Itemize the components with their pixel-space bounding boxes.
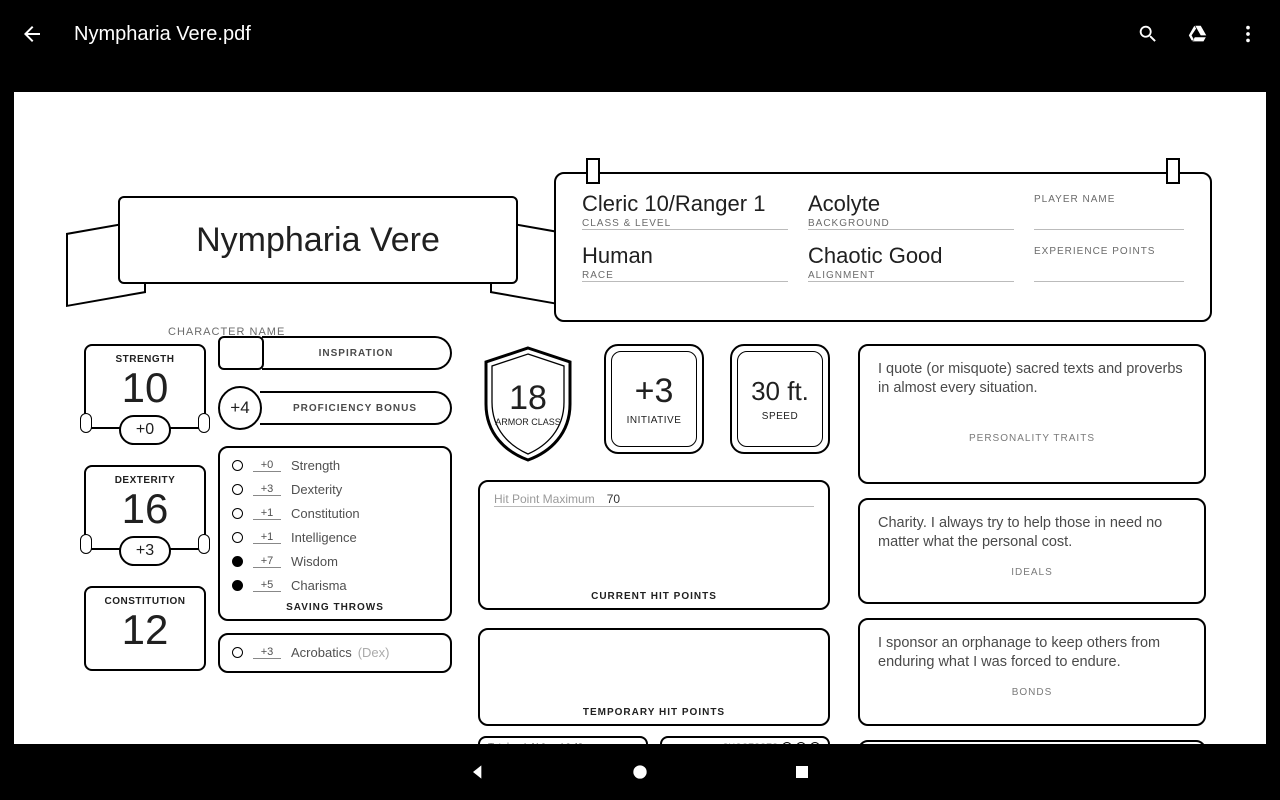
android-nav-bar [0, 744, 1280, 800]
current-hp-box: Hit Point Maximum70 CURRENT HIT POINTS [478, 480, 830, 610]
document-title: Nympharia Vere.pdf [74, 23, 1112, 46]
back-button[interactable] [18, 20, 46, 48]
hit-dice-box: Total 1d10 + 10d8 [478, 736, 648, 744]
inspiration-value [218, 336, 264, 370]
background-value: Acolyte [808, 192, 1014, 216]
proficiency-bonus-value: +4 [218, 386, 262, 430]
temp-hp-box: TEMPORARY HIT POINTS [478, 628, 830, 726]
skills-box: +3Acrobatics(Dex) [218, 633, 452, 673]
ability-constitution: CONSTITUTION 12 [84, 586, 206, 671]
save-strength: +0Strength [232, 458, 438, 473]
save-charisma: +5Charisma [232, 578, 438, 593]
combat-column: 18 ARMOR CLASS +3 INITIATIVE 30 ft. SPEE… [478, 344, 830, 744]
initiative-box: +3 INITIATIVE [604, 344, 704, 454]
character-name-banner: Nympharia Vere CHARACTER NAME [78, 186, 558, 316]
search-icon[interactable] [1134, 20, 1162, 48]
speed-box: 30 ft. SPEED [730, 344, 830, 454]
drive-icon[interactable] [1184, 20, 1212, 48]
ability-dexterity: DEXTERITY 16 +3 [84, 465, 206, 550]
save-wisdom: +7Wisdom [232, 554, 438, 569]
ability-strength: STRENGTH 10 +0 [84, 344, 206, 429]
pdf-page[interactable]: Nympharia Vere CHARACTER NAME Cleric 10/… [14, 92, 1266, 744]
save-constitution: +1Constitution [232, 506, 438, 521]
death-saves-box: SUCCESSES [660, 736, 830, 744]
saving-throws-box: +0Strength +3Dexterity +1Constitution +1… [218, 446, 452, 621]
ideals-box: Charity. I always try to help those in n… [858, 498, 1206, 604]
class-level-value: Cleric 10/Ranger 1 [582, 192, 788, 216]
inspiration-row: INSPIRATION [218, 336, 452, 370]
app-bar: Nympharia Vere.pdf [0, 0, 1280, 68]
personality-traits-box: I quote (or misquote) sacred texts and p… [858, 344, 1206, 484]
race-value: Human [582, 244, 788, 268]
skill-acrobatics: +3Acrobatics(Dex) [232, 645, 438, 660]
alignment-value: Chaotic Good [808, 244, 1014, 268]
nav-recent-icon[interactable] [791, 761, 813, 783]
traits-column: I quote (or misquote) sacred texts and p… [858, 344, 1206, 744]
nav-home-icon[interactable] [629, 761, 651, 783]
abilities-column: STRENGTH 10 +0 DEXTERITY 16 +3 CONSTITUT… [84, 344, 206, 671]
proficiency-column: INSPIRATION +4 PROFICIENCY BONUS +0Stren… [218, 336, 452, 685]
bonds-box: I sponsor an orphanage to keep others fr… [858, 618, 1206, 726]
proficiency-bonus-row: +4 PROFICIENCY BONUS [218, 386, 452, 430]
nav-back-icon[interactable] [467, 761, 489, 783]
save-intelligence: +1Intelligence [232, 530, 438, 545]
character-header-box: Cleric 10/Ranger 1CLASS & LEVEL AcolyteB… [554, 172, 1212, 322]
character-name: Nympharia Vere [196, 221, 440, 260]
save-dexterity: +3Dexterity [232, 482, 438, 497]
overflow-menu-icon[interactable] [1234, 20, 1262, 48]
armor-class-shield: 18 ARMOR CLASS [478, 344, 578, 462]
